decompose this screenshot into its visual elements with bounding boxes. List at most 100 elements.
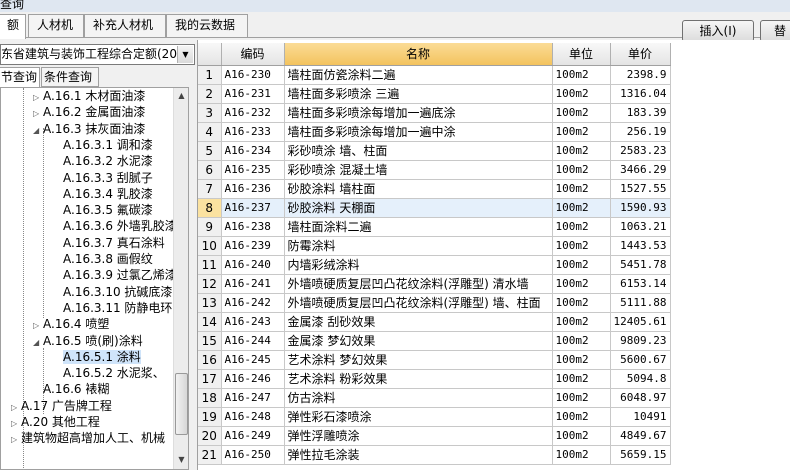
table-row[interactable]: 3 A16-232 墙柱面多彩喷涂每增加一遍底涂 100m2 183.39 — [198, 103, 671, 123]
row-index-cell[interactable]: 10 — [198, 236, 222, 256]
unit-cell[interactable]: 100m2 — [552, 103, 611, 123]
unit-cell[interactable]: 100m2 — [552, 122, 611, 142]
tree-item[interactable]: A.16.3.2 水泥漆 — [53, 153, 153, 169]
row-index-cell[interactable]: 19 — [198, 407, 222, 427]
table-row[interactable]: 18 A16-247 仿古涂料 100m2 6048.97 — [198, 388, 671, 408]
table-row[interactable]: 9 A16-238 墙柱面涂料二遍 100m2 1063.21 — [198, 217, 671, 237]
tree-item[interactable]: A.16.3.6 外墙乳胶漆 — [53, 218, 177, 234]
price-cell[interactable]: 1316.04 — [610, 84, 671, 104]
table-row[interactable]: 1 A16-230 墙柱面仿瓷涂料二遍 100m2 2398.9 — [198, 65, 671, 85]
name-cell[interactable]: 外墙喷硬质复层凹凸花纹涂料(浮雕型) 清水墙 — [284, 274, 553, 294]
collapse-icon[interactable]: ◢ — [33, 123, 43, 139]
tab-chapter-query[interactable]: 节查询 — [0, 67, 40, 87]
tab-my-cloud-data[interactable]: 我的云数据 — [166, 14, 248, 37]
scroll-up-icon[interactable]: ▲ — [174, 88, 188, 104]
unit-cell[interactable]: 100m2 — [552, 198, 611, 218]
price-cell[interactable]: 9809.23 — [610, 331, 671, 351]
row-index-cell[interactable]: 11 — [198, 255, 222, 275]
tree-item[interactable]: A.16.3.9 过氯乙烯漆 — [53, 267, 177, 283]
code-cell[interactable]: A16-245 — [221, 350, 285, 370]
name-cell[interactable]: 内墙彩绒涂料 — [284, 255, 553, 275]
row-index-cell[interactable]: 1 — [198, 65, 222, 85]
tab-labor-material[interactable]: 人材机 — [28, 14, 84, 37]
tree-scrollbar[interactable]: ▲ ▼ — [173, 88, 188, 469]
tree-item[interactable]: A.16.3.1 调和漆 — [53, 137, 153, 153]
name-cell[interactable]: 墙柱面多彩喷涂 三遍 — [284, 84, 553, 104]
unit-cell[interactable]: 100m2 — [552, 388, 611, 408]
unit-cell[interactable]: 100m2 — [552, 445, 611, 465]
code-cell[interactable]: A16-250 — [221, 445, 285, 465]
price-cell[interactable]: 5094.8 — [610, 369, 671, 389]
tree-item[interactable]: ▷ A.16.1 木材面油漆 — [33, 88, 145, 104]
name-cell[interactable]: 弹性彩石漆喷涂 — [284, 407, 553, 427]
tree-item[interactable]: ◢ A.16.5 喷(刷)涂料 — [33, 333, 143, 349]
row-index-cell[interactable]: 5 — [198, 141, 222, 161]
tab-supplement-labor-material[interactable]: 补充人材机 — [84, 14, 166, 37]
name-cell[interactable]: 砂胶涂料 天棚面 — [284, 198, 553, 218]
code-cell[interactable]: A16-233 — [221, 122, 285, 142]
row-index-cell[interactable]: 13 — [198, 293, 222, 313]
table-row[interactable]: 5 A16-234 彩砂喷涂 墙、柱面 100m2 2583.23 — [198, 141, 671, 161]
price-cell[interactable]: 12405.61 — [610, 312, 671, 332]
name-cell[interactable]: 弹性拉毛涂装 — [284, 445, 553, 465]
table-row[interactable]: 19 A16-248 弹性彩石漆喷涂 100m2 10491 — [198, 407, 671, 427]
row-index-cell[interactable]: 9 — [198, 217, 222, 237]
table-row[interactable]: 17 A16-246 艺术涂料 粉彩效果 100m2 5094.8 — [198, 369, 671, 389]
name-cell[interactable]: 弹性浮雕喷涂 — [284, 426, 553, 446]
name-cell[interactable]: 彩砂喷涂 混凝土墙 — [284, 160, 553, 180]
col-header-price[interactable]: 单价 — [610, 43, 671, 66]
quota-library-select[interactable]: 东省建筑与装饰工程综合定额(201 ▼ — [0, 44, 195, 65]
price-cell[interactable]: 2398.9 — [610, 65, 671, 85]
price-cell[interactable]: 5600.67 — [610, 350, 671, 370]
row-index-cell[interactable]: 3 — [198, 103, 222, 123]
row-index-cell[interactable]: 2 — [198, 84, 222, 104]
row-index-cell[interactable]: 15 — [198, 331, 222, 351]
code-cell[interactable]: A16-236 — [221, 179, 285, 199]
unit-cell[interactable]: 100m2 — [552, 84, 611, 104]
tree-item[interactable]: A.16.5.2 水泥浆、 — [53, 365, 165, 381]
code-cell[interactable]: A16-234 — [221, 141, 285, 161]
row-index-cell[interactable]: 20 — [198, 426, 222, 446]
tree-item[interactable]: A.16.3.8 画假纹 — [53, 251, 153, 267]
unit-cell[interactable]: 100m2 — [552, 350, 611, 370]
table-row[interactable]: 13 A16-242 外墙喷硬质复层凹凸花纹涂料(浮雕型) 墙、柱面 100m2 511… — [198, 293, 671, 313]
table-row[interactable]: 7 A16-236 砂胶涂料 墙柱面 100m2 1527.55 — [198, 179, 671, 199]
code-cell[interactable]: A16-242 — [221, 293, 285, 313]
row-index-cell[interactable]: 18 — [198, 388, 222, 408]
price-cell[interactable]: 2583.23 — [610, 141, 671, 161]
price-cell[interactable]: 3466.29 — [610, 160, 671, 180]
price-cell[interactable]: 1590.93 — [610, 198, 671, 218]
unit-cell[interactable]: 100m2 — [552, 369, 611, 389]
unit-cell[interactable]: 100m2 — [552, 217, 611, 237]
name-cell[interactable]: 防霉涂料 — [284, 236, 553, 256]
table-row[interactable]: 20 A16-249 弹性浮雕喷涂 100m2 4849.67 — [198, 426, 671, 446]
tree-item[interactable]: A.16.3.4 乳胶漆 — [53, 186, 153, 202]
row-index-cell[interactable]: 7 — [198, 179, 222, 199]
code-cell[interactable]: A16-240 — [221, 255, 285, 275]
name-cell[interactable]: 墙柱面多彩喷涂每增加一遍中涂 — [284, 122, 553, 142]
unit-cell[interactable]: 100m2 — [552, 160, 611, 180]
tree-item[interactable]: ▷ A.16.2 金属面油漆 — [33, 104, 145, 120]
name-cell[interactable]: 墙柱面多彩喷涂每增加一遍底涂 — [284, 103, 553, 123]
name-cell[interactable]: 墙柱面仿瓷涂料二遍 — [284, 65, 553, 85]
price-cell[interactable]: 6048.97 — [610, 388, 671, 408]
code-cell[interactable]: A16-249 — [221, 426, 285, 446]
tree-item[interactable]: A.16.5.1 涂料 — [53, 349, 141, 365]
price-cell[interactable]: 6153.14 — [610, 274, 671, 294]
table-row[interactable]: 4 A16-233 墙柱面多彩喷涂每增加一遍中涂 100m2 256.19 — [198, 122, 671, 142]
col-header-unit[interactable]: 单位 — [552, 43, 611, 66]
tab-quota[interactable]: 额 — [0, 14, 26, 39]
chevron-down-icon[interactable]: ▼ — [177, 46, 193, 63]
name-cell[interactable]: 仿古涂料 — [284, 388, 553, 408]
scroll-thumb[interactable] — [175, 373, 188, 435]
tab-condition-query[interactable]: 条件查询 — [41, 67, 99, 87]
tree-item[interactable]: ◢ A.16.3 抹灰面油漆 — [33, 121, 145, 137]
table-row[interactable]: 6 A16-235 彩砂喷涂 混凝土墙 100m2 3466.29 — [198, 160, 671, 180]
expand-icon[interactable]: ▷ — [11, 432, 21, 448]
unit-cell[interactable]: 100m2 — [552, 141, 611, 161]
col-header-name[interactable]: 名称 — [284, 43, 553, 66]
tree-item[interactable]: A.16.6 裱糊 — [33, 381, 109, 397]
col-header-index[interactable] — [198, 43, 222, 66]
name-cell[interactable]: 彩砂喷涂 墙、柱面 — [284, 141, 553, 161]
code-cell[interactable]: A16-243 — [221, 312, 285, 332]
